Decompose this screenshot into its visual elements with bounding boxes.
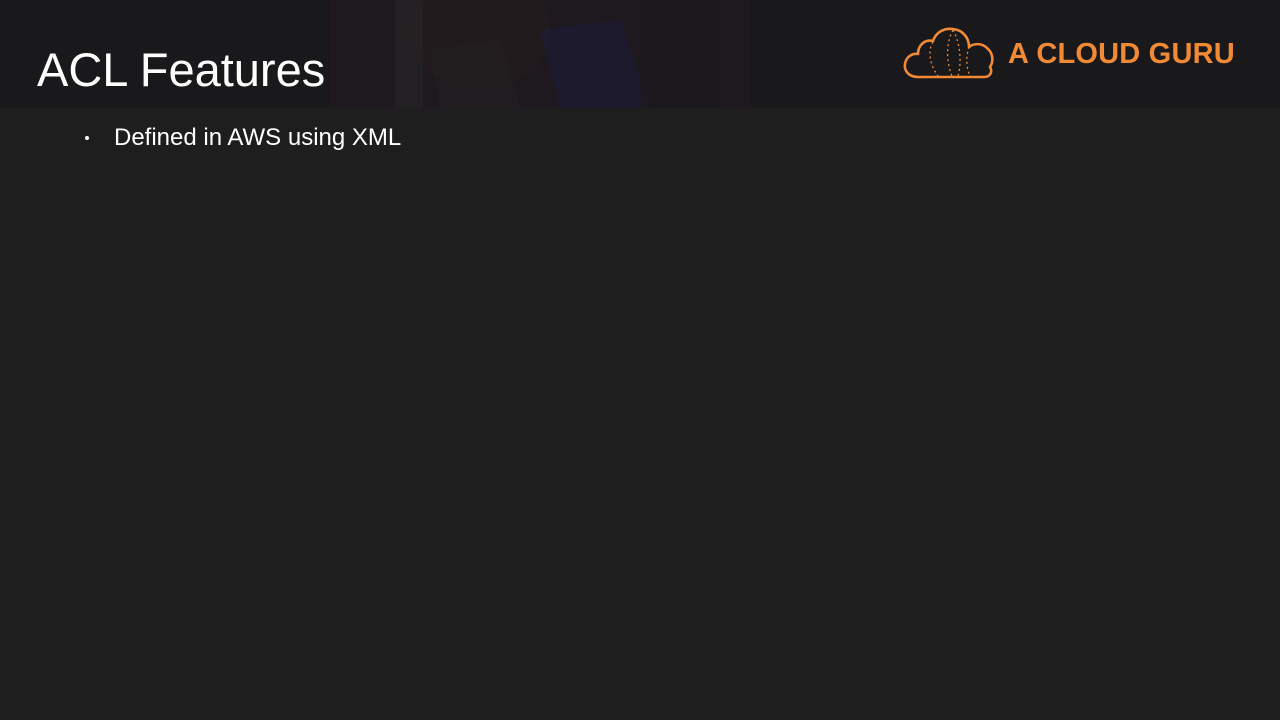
- a-cloud-guru-logo: A CLOUD GURU: [902, 26, 1244, 84]
- slide: ACL Features A CLOUD GURU Defined in AWS…: [0, 0, 1280, 720]
- cloud-logo-icon: [903, 27, 994, 79]
- logo-text: A CLOUD GURU: [1008, 38, 1235, 70]
- bullet-text: Defined in AWS using XML: [114, 124, 402, 151]
- bullet-dot-icon: [85, 136, 89, 140]
- header-band: ACL Features A CLOUD GURU: [0, 0, 1280, 108]
- slide-title: ACL Features: [37, 43, 326, 96]
